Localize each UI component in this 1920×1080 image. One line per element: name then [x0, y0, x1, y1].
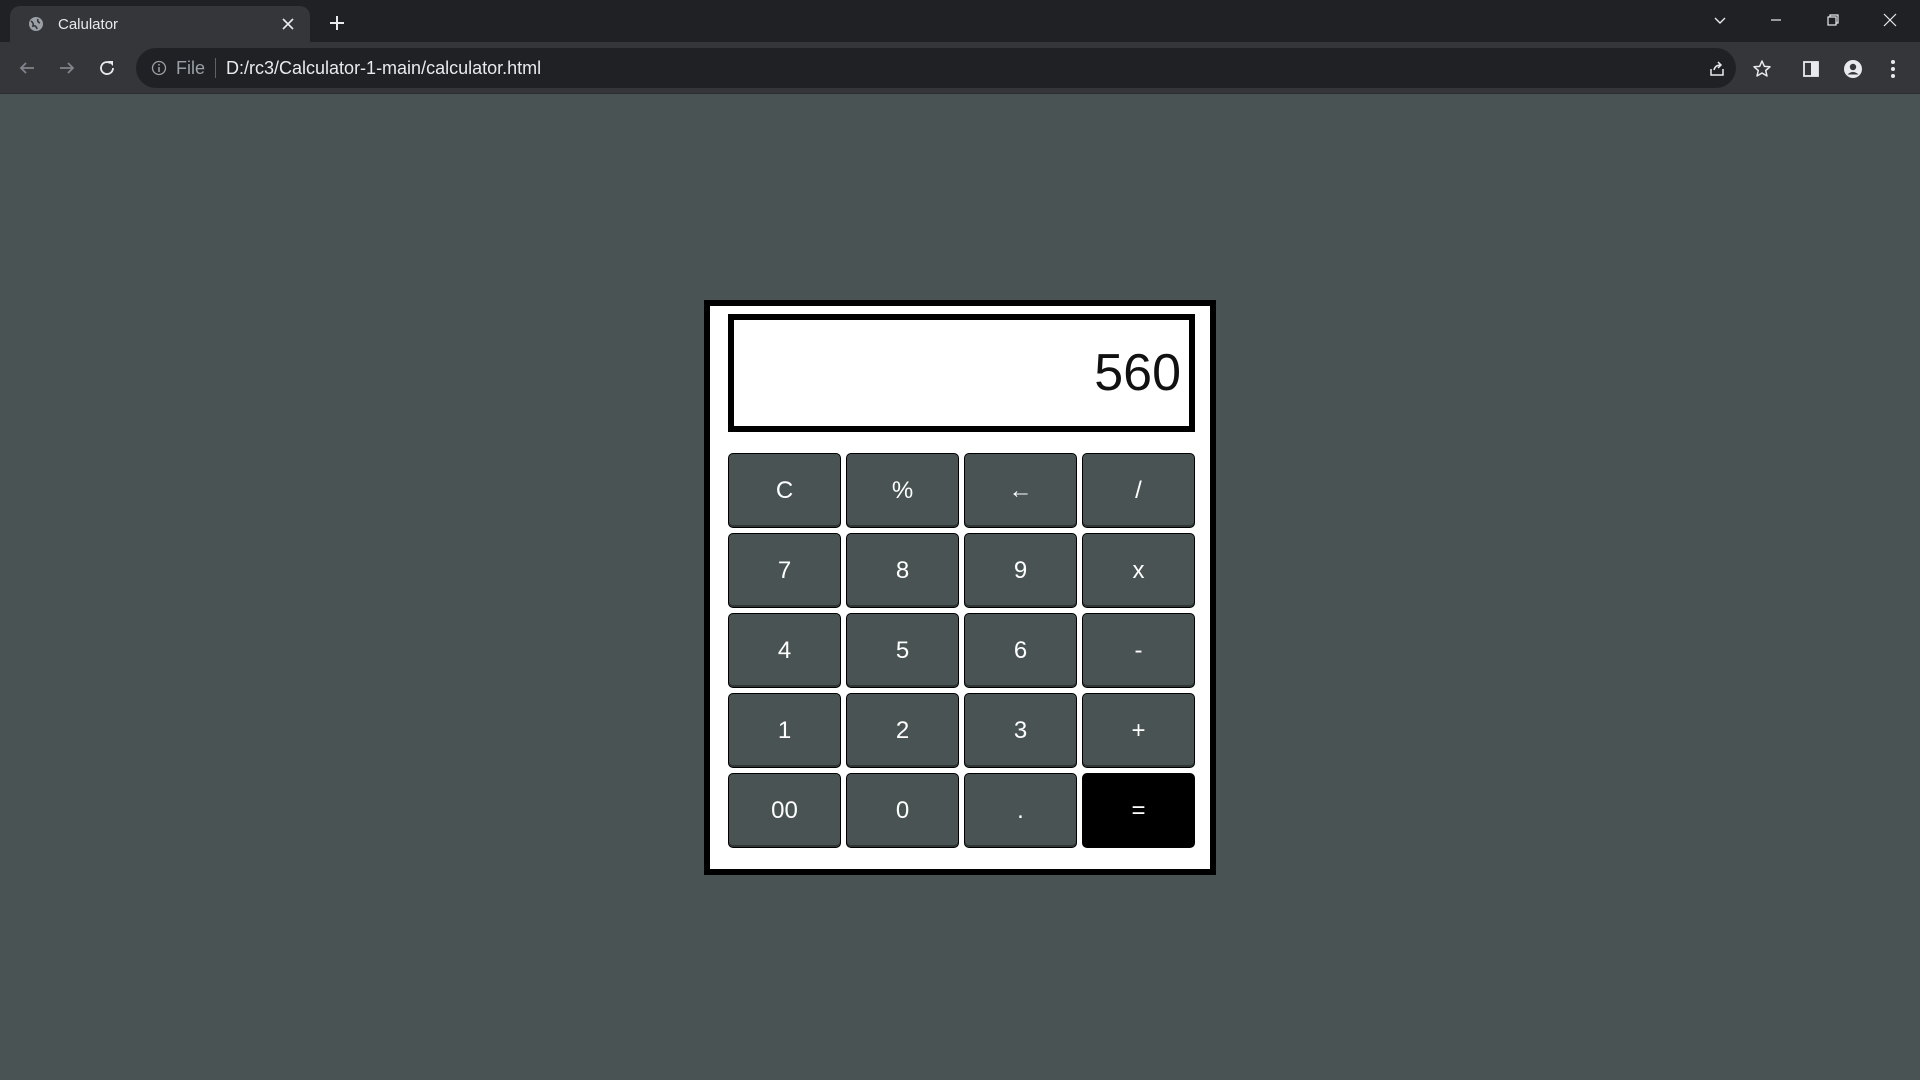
key-percent[interactable]: % — [846, 453, 959, 528]
key-clear[interactable]: C — [728, 453, 841, 528]
keypad: C% ←/ 7 8 9 x 4 5 6- 1 2 3 +00 0. = — [728, 453, 1198, 848]
address-bar[interactable]: File D:/rc3/Calculator-1-main/calculator… — [136, 48, 1736, 88]
arrow-right-icon[interactable] — [52, 53, 82, 83]
share-icon[interactable] — [1705, 57, 1729, 81]
key-multiply[interactable]: x — [1082, 533, 1195, 608]
key-nine[interactable]: 9 — [964, 533, 1077, 608]
info-icon[interactable] — [150, 59, 168, 77]
key-divide[interactable]: / — [1082, 453, 1195, 528]
star-icon[interactable] — [1750, 57, 1774, 81]
key-eight[interactable]: 8 — [846, 533, 959, 608]
key-add[interactable]: + — [1082, 693, 1195, 768]
omnibox-divider — [215, 58, 217, 78]
plus-icon[interactable] — [323, 9, 351, 37]
chevron-down-icon[interactable] — [1700, 4, 1740, 36]
globe-icon — [26, 14, 46, 34]
key-zero[interactable]: 0 — [846, 773, 959, 848]
key-two[interactable]: 2 — [846, 693, 959, 768]
key-seven[interactable]: 7 — [728, 533, 841, 608]
key-double-zero[interactable]: 00 — [728, 773, 841, 848]
key-decimal[interactable]: . — [964, 773, 1077, 848]
key-subtract[interactable]: - — [1082, 613, 1195, 688]
minimize-icon[interactable] — [1756, 4, 1796, 36]
key-four[interactable]: 4 — [728, 613, 841, 688]
restore-icon[interactable] — [1813, 4, 1853, 36]
key-one[interactable]: 1 — [728, 693, 841, 768]
url-scheme-label: File — [176, 57, 206, 78]
calculator: 560 C% ←/ 7 8 9 x 4 5 6- 1 2 3 +00 0. = — [704, 300, 1216, 875]
close-window-icon[interactable] — [1870, 4, 1910, 36]
key-equals[interactable]: = — [1082, 773, 1195, 848]
tab-strip: Calulator — [0, 0, 1920, 42]
browser-toolbar: File D:/rc3/Calculator-1-main/calculator… — [0, 42, 1920, 94]
browser-tab[interactable]: Calulator — [10, 6, 310, 42]
close-icon[interactable] — [276, 12, 300, 36]
key-three[interactable]: 3 — [964, 693, 1077, 768]
key-five[interactable]: 5 — [846, 613, 959, 688]
tab-title: Calulator — [58, 15, 119, 33]
key-backspace[interactable]: ← — [964, 453, 1077, 528]
arrow-left-icon[interactable] — [12, 53, 42, 83]
calculator-display: 560 — [728, 314, 1195, 432]
reload-icon[interactable] — [92, 53, 122, 83]
side-panel-icon[interactable] — [1799, 57, 1823, 81]
profile-icon[interactable] — [1841, 57, 1865, 81]
kebab-menu-icon[interactable] — [1881, 57, 1905, 81]
key-six[interactable]: 6 — [964, 613, 1077, 688]
url-text[interactable]: D:/rc3/Calculator-1-main/calculator.html — [226, 58, 541, 79]
